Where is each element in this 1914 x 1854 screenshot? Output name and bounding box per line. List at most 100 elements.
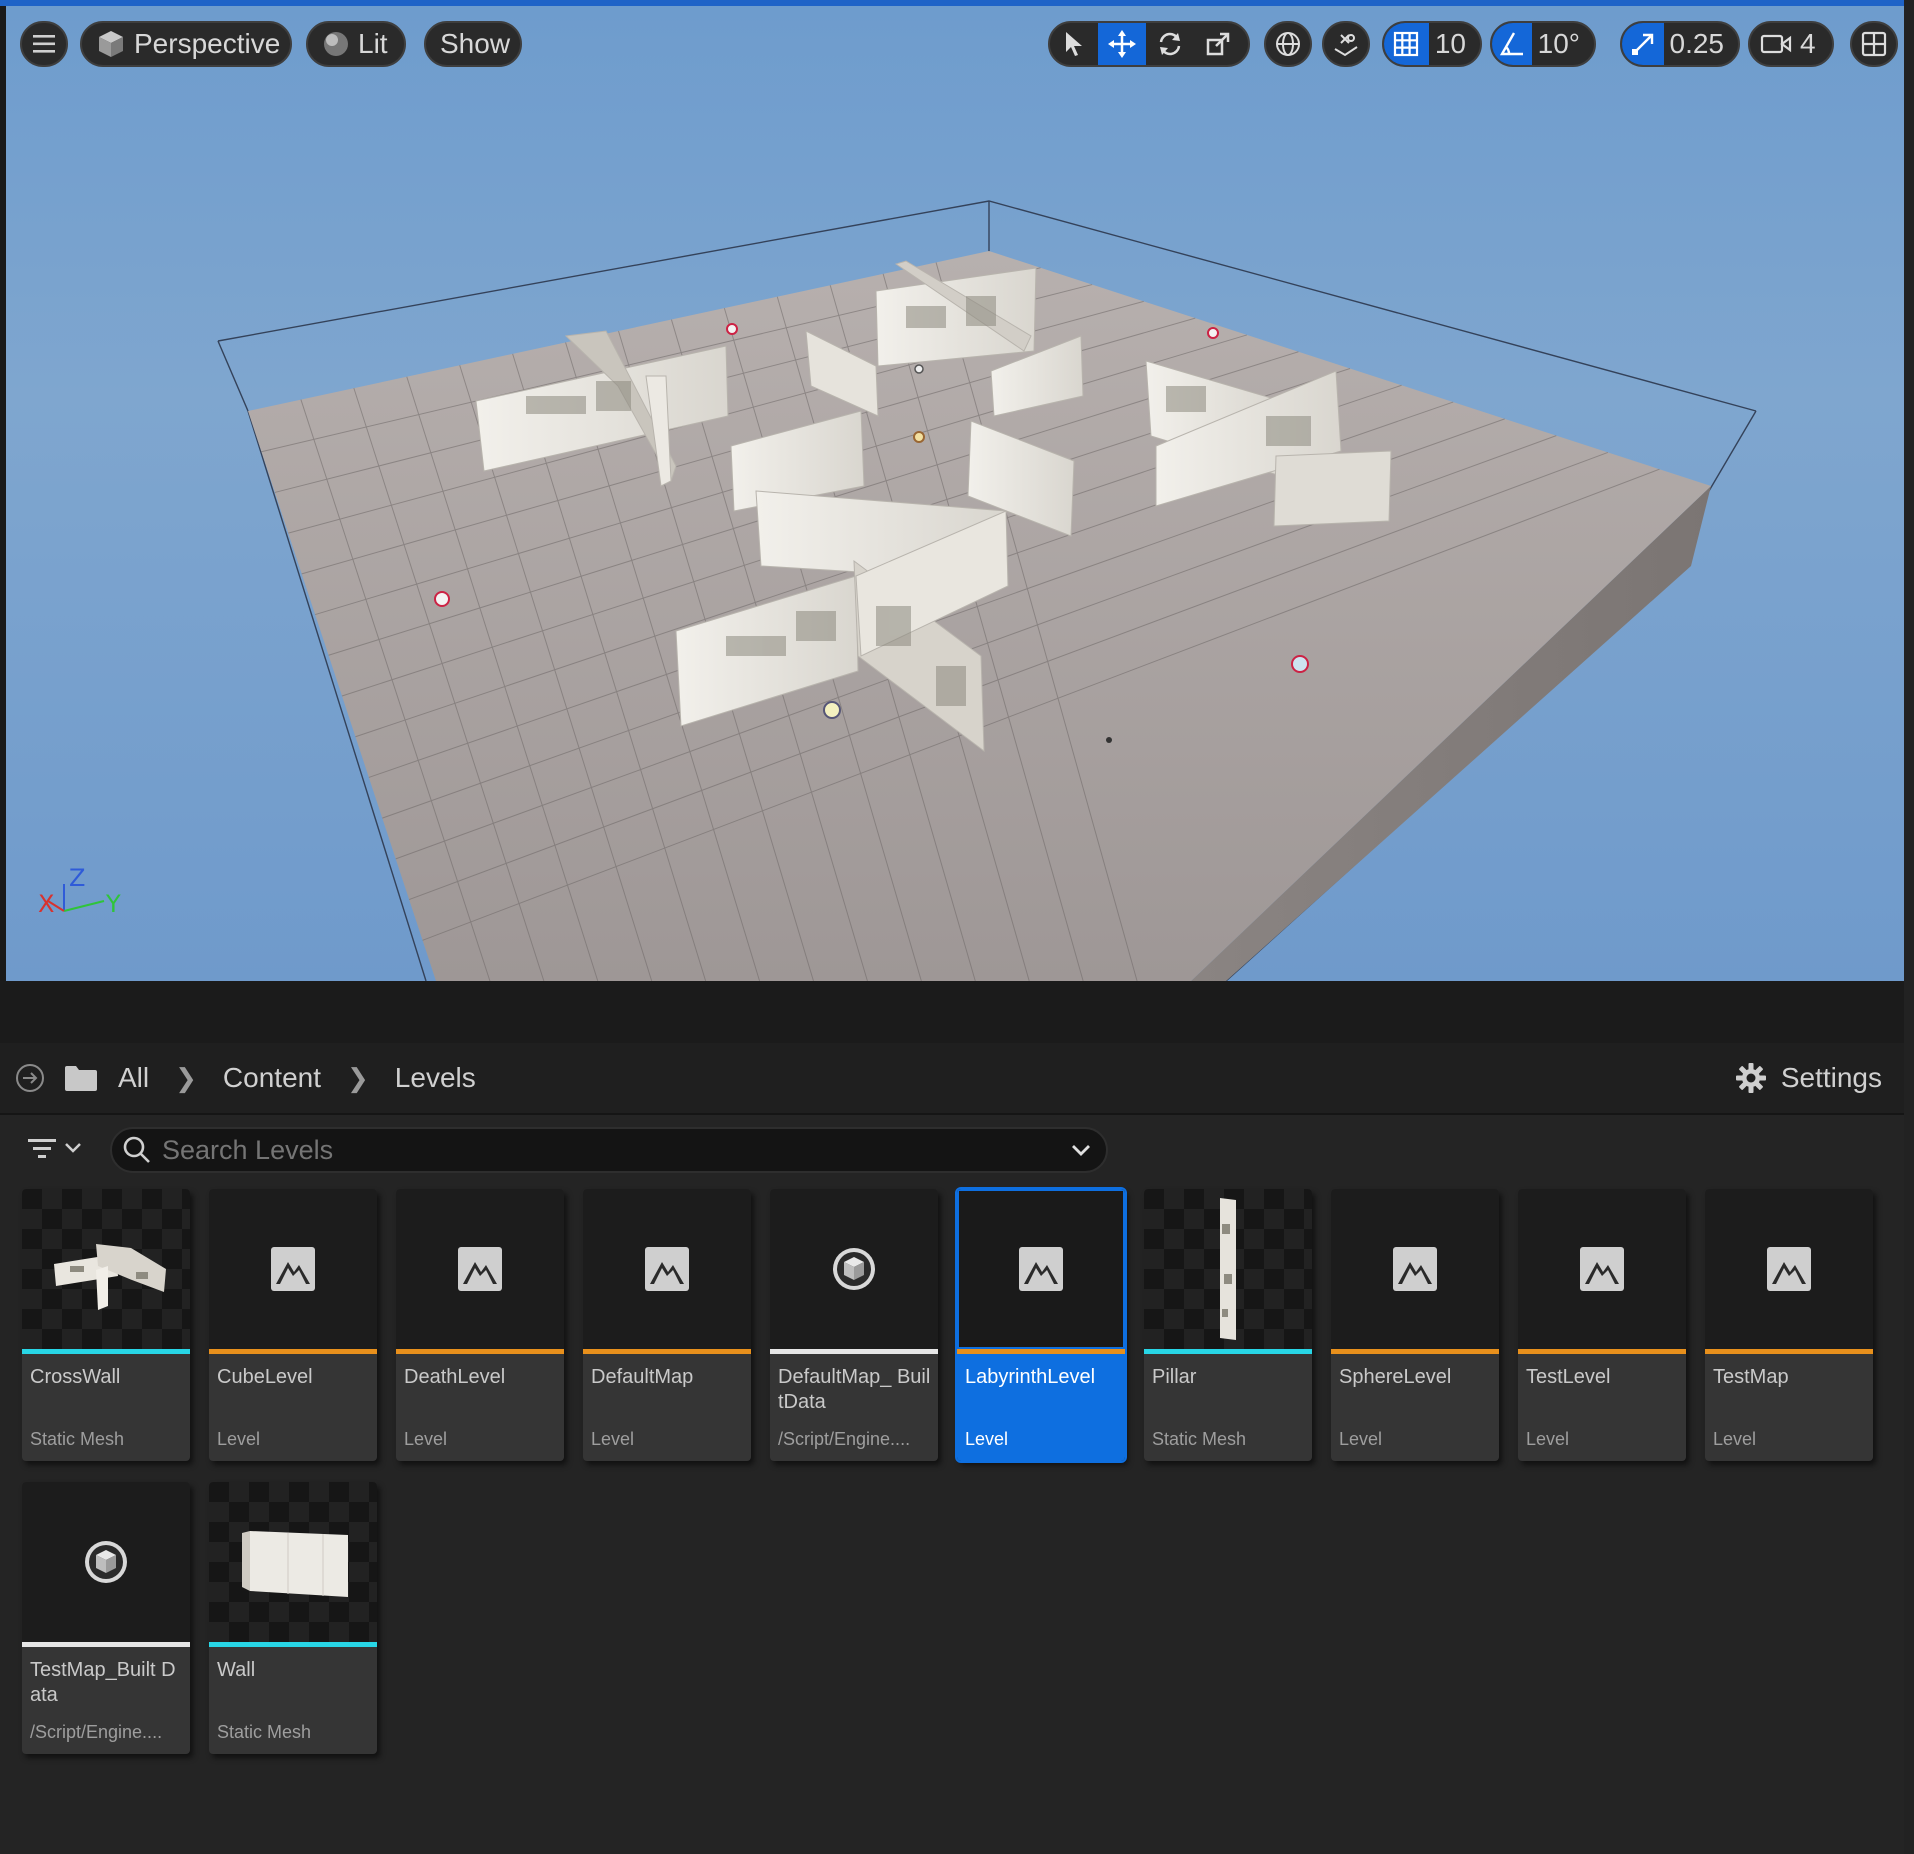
camera-icon [1760,34,1792,54]
perspective-button[interactable]: Perspective [80,21,292,67]
breadcrumb-content[interactable]: Content [223,1062,321,1094]
asset-thumbnail [1518,1189,1686,1349]
asset-name: TestLevel [1526,1366,1611,1388]
asset-tile[interactable]: SphereLevel Level [1331,1189,1499,1461]
asset-type: Level [965,1429,1009,1449]
asset-tile[interactable]: CrossWall Static Mesh [22,1189,190,1461]
asset-tile[interactable]: Wall Static Mesh [209,1482,377,1754]
asset-type: /Script/Engine.... [30,1722,163,1742]
asset-name: Wall [217,1659,256,1681]
content-browser: All ❯ Content ❯ Levels Settings Search L… [0,1043,1904,1854]
scale-tool[interactable] [1194,23,1242,65]
lit-button[interactable]: Lit [306,21,406,67]
window-edge [1904,0,1914,1854]
asset-name: CrossWall [30,1366,121,1388]
asset-tile[interactable]: CubeLevel Level [209,1189,377,1461]
breadcrumb-levels[interactable]: Levels [395,1062,476,1094]
asset-name: LabyrinthLevel [965,1366,1096,1388]
level-icon [1580,1247,1624,1291]
scale-icon [1206,32,1230,56]
transform-tools[interactable] [1048,21,1250,67]
asset-name: DeathLevel [404,1366,506,1388]
asset-thumbnail [1331,1189,1499,1349]
history-arrow-icon[interactable] [14,1062,46,1094]
asset-type: Static Mesh [217,1722,312,1742]
select-tool[interactable] [1050,23,1098,65]
asset-name: DefaultMap [591,1366,694,1388]
panel-splitter[interactable] [0,981,1904,1043]
asset-tile[interactable]: DefaultMap_ BuiltData/Script/Engine.... [770,1189,938,1461]
asset-type-stripe [957,1349,1125,1354]
globe-icon [1276,32,1300,56]
surface-snap-icon [1334,34,1358,57]
built-data-icon [833,1248,875,1290]
asset-tile[interactable]: TestMap Level [1705,1189,1873,1461]
world-space-toggle[interactable] [1264,21,1312,67]
rotation-snap-control[interactable]: 10° [1490,21,1596,67]
hamburger-icon [33,35,55,53]
camera-speed-value: 4 [1800,28,1816,59]
asset-type-stripe [209,1642,377,1647]
scale-snap-icon [1631,33,1653,55]
chevron-down-icon[interactable] [1070,1143,1092,1157]
asset-type: Level [1526,1429,1570,1449]
camera-speed-control[interactable]: 4 [1748,21,1834,67]
show-label: Show [440,28,511,59]
asset-name: Pillar [1152,1366,1197,1388]
asset-type-stripe [396,1349,564,1354]
asset-thumbnail [209,1189,377,1349]
asset-tile[interactable]: TestLevel Level [1518,1189,1686,1461]
show-button[interactable]: Show [424,21,522,67]
viewport-layout-button[interactable] [1850,21,1898,67]
asset-thumbnail [1705,1189,1873,1349]
viewport-menu-button[interactable] [20,21,68,67]
rotate-tool[interactable] [1146,23,1194,65]
asset-tile[interactable]: TestMap_Built Data/Script/Engine.... [22,1482,190,1754]
level-icon [271,1247,315,1291]
translate-tool[interactable] [1098,23,1146,65]
settings-button[interactable]: Settings [1735,1043,1882,1113]
asset-type-stripe [1144,1349,1312,1354]
cursor-arrow-icon [1066,32,1082,56]
scene-render[interactable]: Z Y X [6,6,1904,981]
chevron-right-icon[interactable]: ❯ [347,1063,369,1094]
search-input[interactable] [160,1133,1070,1167]
lit-label: Lit [358,28,388,59]
asset-name: TestMap [1713,1366,1789,1388]
scale-snap-value: 0.25 [1669,28,1725,59]
grid-snap-value: 10 [1434,28,1466,59]
breadcrumb-all[interactable]: All [118,1062,149,1094]
asset-thumbnail [583,1189,751,1349]
asset-tile[interactable]: Pillar Static Mesh [1144,1189,1312,1461]
surface-snapping-toggle[interactable] [1322,21,1370,67]
asset-tile[interactable]: DeathLevel Level [396,1189,564,1461]
level-icon [1393,1247,1437,1291]
asset-tile[interactable]: DefaultMap Level [583,1189,751,1461]
level-viewport[interactable]: Z Y X Perspective Lit Show 10 10° 0.25 4 [6,6,1904,981]
asset-type: Level [1339,1429,1383,1449]
scale-snap-control[interactable]: 0.25 [1620,21,1740,67]
asset-name: DefaultMap_ BuiltData [778,1366,931,1413]
pillar-mesh-icon [1220,1198,1236,1340]
crosswall-mesh-icon [54,1244,166,1310]
asset-type-stripe [583,1349,751,1354]
grid-snap-control[interactable]: 10 [1382,21,1482,67]
asset-thumbnail [22,1482,190,1642]
asset-name: CubeLevel [217,1366,313,1388]
chevron-right-icon[interactable]: ❯ [175,1063,197,1094]
asset-type: Level [1713,1429,1757,1449]
asset-name: TestMap_Built Data [30,1659,176,1706]
move-arrows-icon [1108,30,1136,58]
asset-type: Level [591,1429,635,1449]
filter-button[interactable] [26,1135,82,1161]
asset-tile[interactable]: LabyrinthLevel Level [955,1187,1127,1463]
folder-icon [65,1066,97,1091]
asset-type: Static Mesh [1152,1429,1247,1449]
asset-type-stripe [209,1349,377,1354]
level-icon [1767,1247,1811,1291]
search-field[interactable] [110,1127,1108,1173]
asset-thumbnail [1144,1189,1312,1349]
angle-icon [1499,32,1523,56]
wall-mesh-icon [242,1531,348,1597]
asset-type-stripe [1331,1349,1499,1354]
